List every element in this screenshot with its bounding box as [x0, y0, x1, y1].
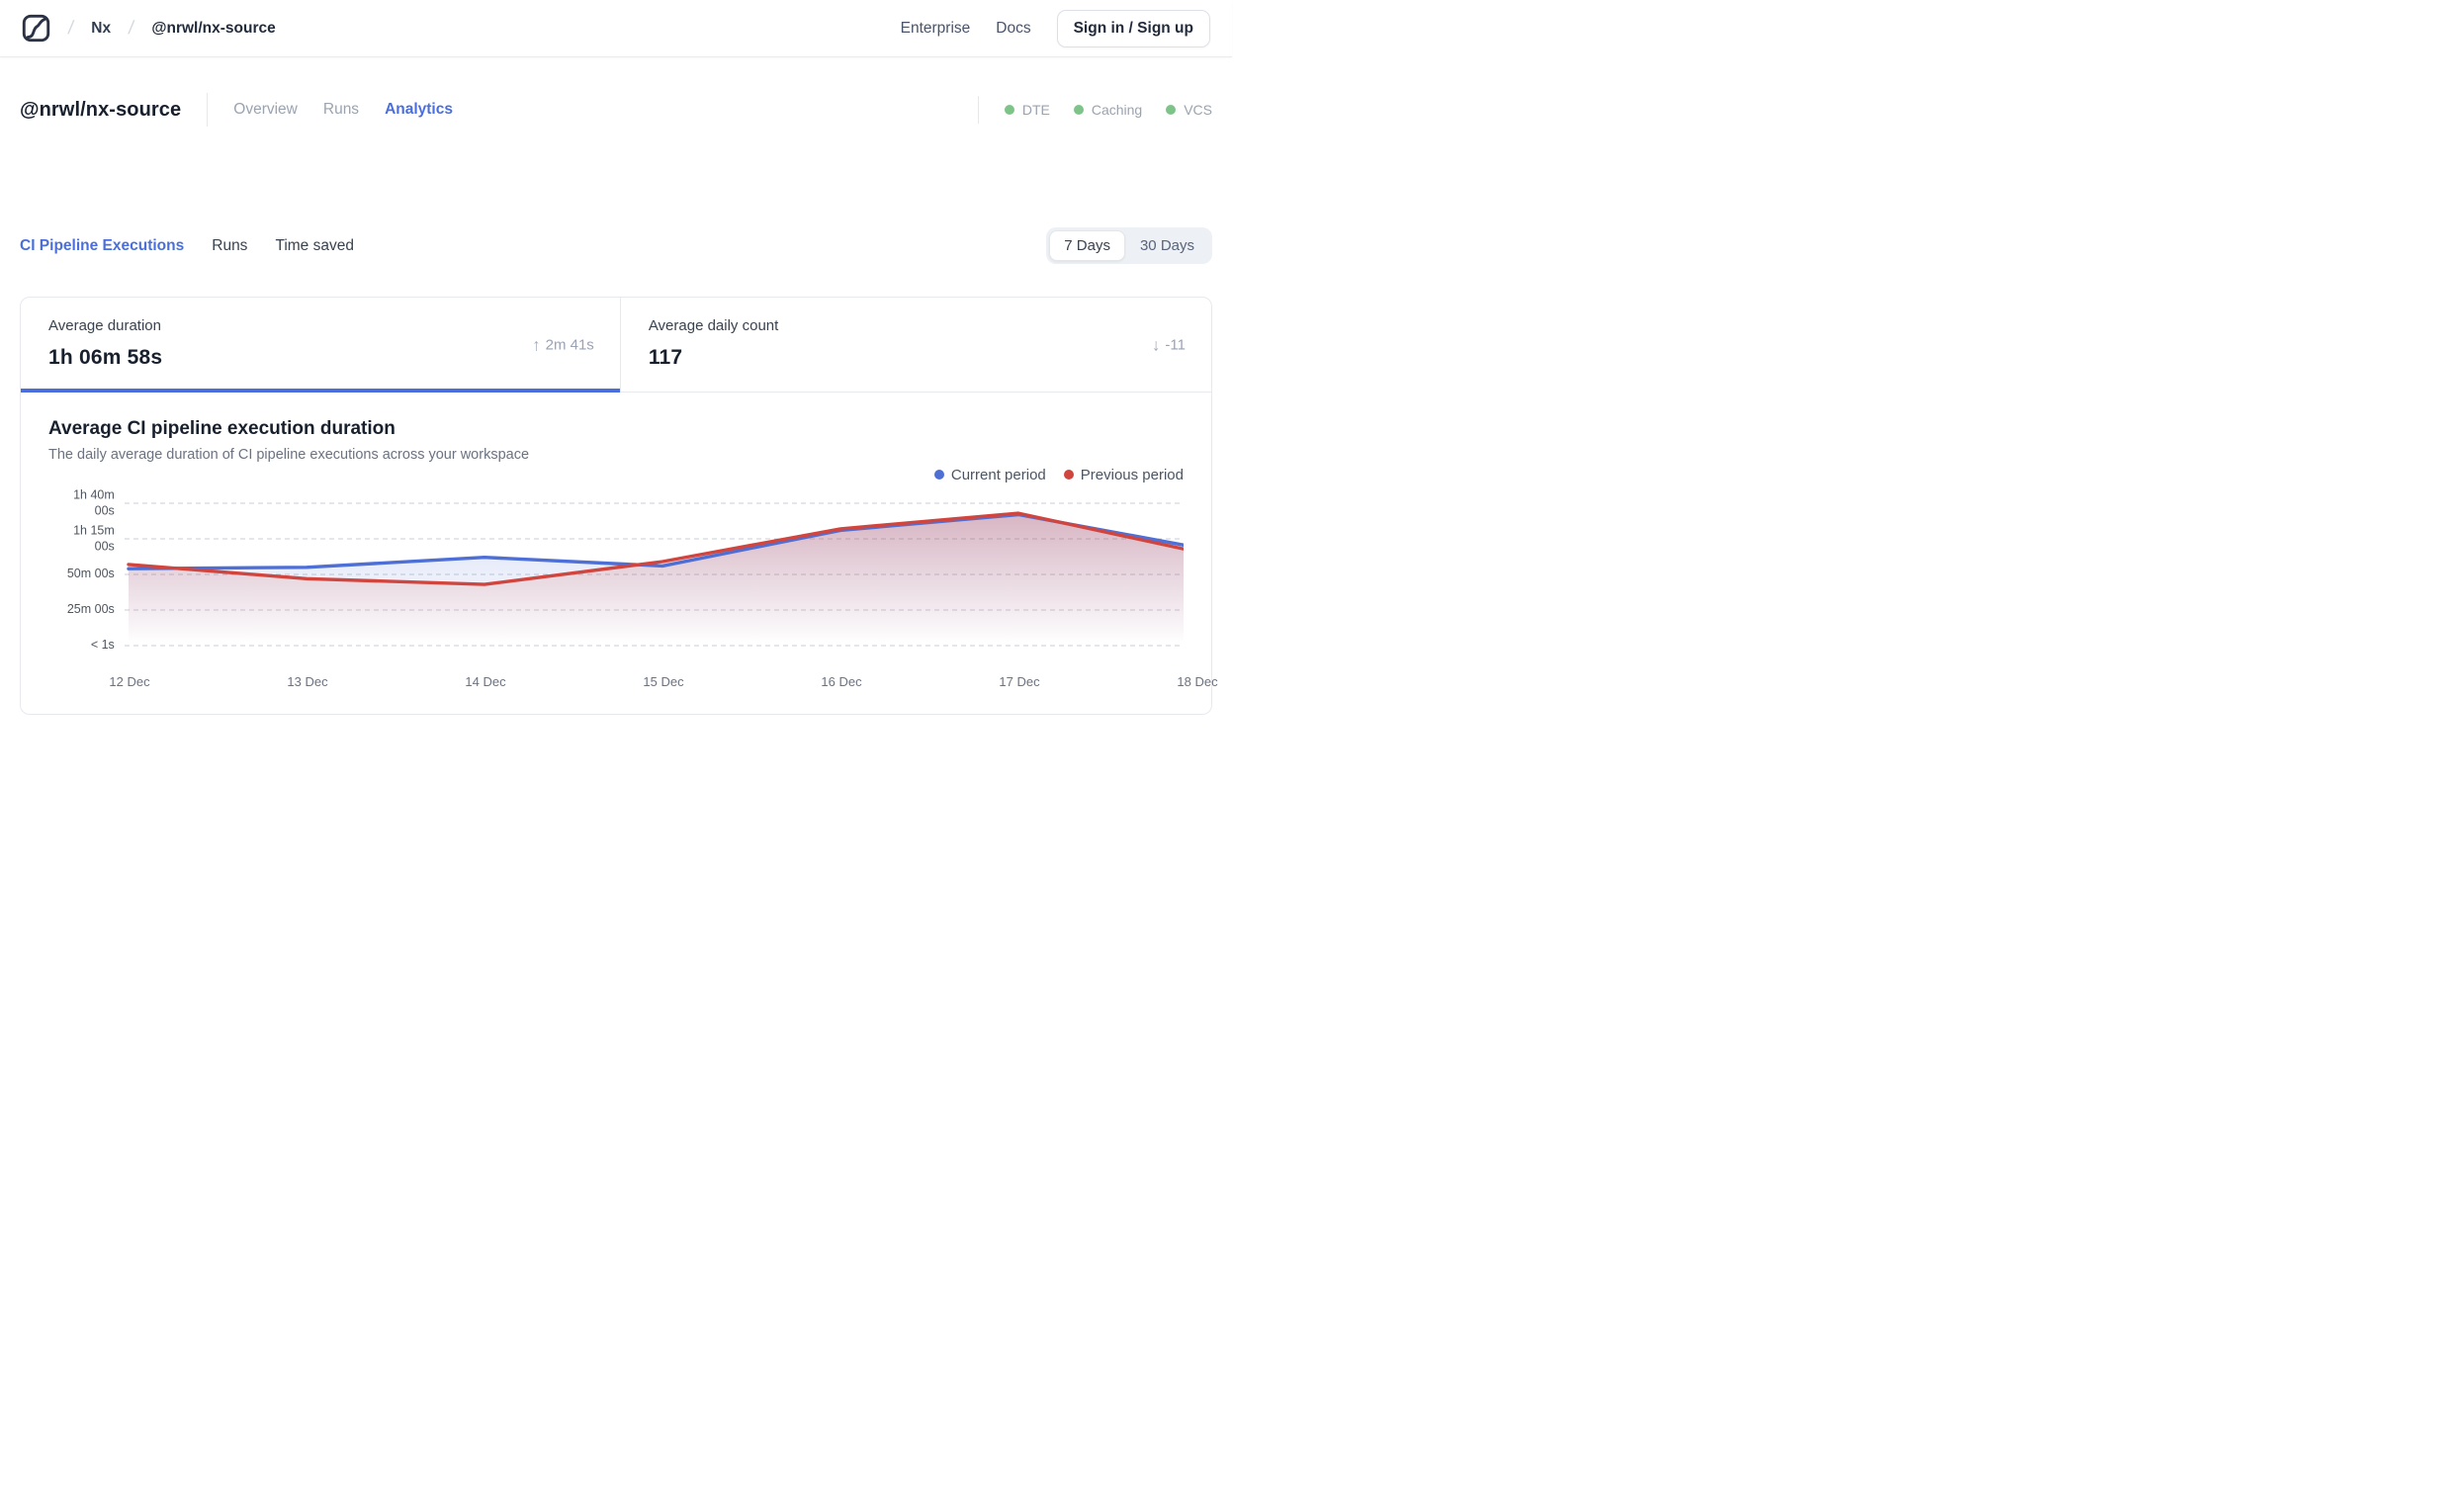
breadcrumb-separator: / — [66, 17, 75, 39]
arrow-down-icon: ↓ — [1151, 335, 1161, 354]
stat-label: Average daily count — [648, 317, 779, 334]
sign-in-button[interactable]: Sign in / Sign up — [1056, 9, 1210, 47]
plot-area: 1h 40m 00s 1h 15m 00s 50m 00s 25m 00s < 1s — [48, 487, 1184, 668]
status-vcs: VCS — [1166, 102, 1212, 118]
status-dte: DTE — [1004, 102, 1050, 118]
line-chart — [124, 502, 1184, 647]
x-axis-label: 15 Dec — [643, 674, 684, 689]
legend-previous-period[interactable]: Previous period — [1063, 467, 1184, 483]
breadcrumb-workspace[interactable]: @nrwl/nx-source — [151, 20, 275, 38]
nav-link-enterprise[interactable]: Enterprise — [901, 20, 971, 38]
stat-card-average-duration[interactable]: Average duration 1h 06m 58s ↑ 2m 41s — [21, 298, 621, 393]
x-axis-label: 13 Dec — [287, 674, 328, 689]
chart-section: Average CI pipeline execution duration T… — [21, 393, 1218, 714]
stat-card-row: Average duration 1h 06m 58s ↑ 2m 41s Ave… — [21, 298, 1211, 393]
green-dot-icon — [1166, 105, 1177, 115]
y-axis-label: < 1s — [90, 638, 115, 653]
metric-row: CI Pipeline Executions Runs Time saved 7… — [20, 227, 1212, 264]
stat-delta: ↑ 2m 41s — [532, 336, 594, 353]
range-option-30-days[interactable]: 30 Days — [1125, 230, 1209, 261]
tab-analytics[interactable]: Analytics — [385, 101, 453, 119]
chart-subtitle: The daily average duration of CI pipelin… — [48, 447, 530, 463]
page-title: @nrwl/nx-source — [20, 98, 182, 121]
top-nav: / Nx / @nrwl/nx-source Enterprise Docs S… — [0, 0, 1232, 57]
x-axis-label: 16 Dec — [821, 674, 862, 689]
x-axis-label: 14 Dec — [465, 674, 506, 689]
status-caching: Caching — [1073, 102, 1142, 118]
breadcrumb-separator: / — [127, 17, 135, 39]
stat-value: 117 — [648, 346, 683, 369]
legend-dot-icon — [933, 470, 944, 480]
chart-title: Average CI pipeline execution duration — [48, 418, 396, 439]
active-indicator-bar — [21, 389, 620, 393]
range-option-7-days[interactable]: 7 Days — [1049, 230, 1125, 261]
y-axis-label: 25m 00s — [66, 602, 115, 617]
x-axis-label: 18 Dec — [1177, 674, 1218, 689]
y-axis-label: 1h 40m 00s — [73, 487, 115, 517]
tab-runs[interactable]: Runs — [323, 101, 359, 119]
green-dot-icon — [1004, 105, 1014, 115]
green-dot-icon — [1073, 105, 1084, 115]
date-range-toggle: 7 Days 30 Days — [1046, 227, 1212, 264]
nav-link-docs[interactable]: Docs — [996, 20, 1030, 38]
divider — [977, 96, 979, 124]
x-axis-label: 12 Dec — [109, 674, 150, 689]
legend-dot-icon — [1063, 470, 1074, 480]
stat-value: 1h 06m 58s — [48, 346, 163, 369]
divider — [207, 93, 209, 127]
x-axis: 12 Dec 13 Dec 14 Dec 15 Dec 16 Dec 17 Dec 18 D… — [109, 674, 1217, 694]
stat-delta: ↓ -11 — [1152, 336, 1186, 353]
legend-current-period[interactable]: Current period — [933, 467, 1046, 483]
y-axis: 1h 40m 00s 1h 15m 00s 50m 00s 25m 00s < 1s — [48, 487, 125, 668]
nx-cloud-logo-icon[interactable] — [22, 14, 50, 43]
tab-metric-runs[interactable]: Runs — [212, 237, 247, 255]
tab-overview[interactable]: Overview — [233, 101, 298, 119]
area-fill-1 — [128, 513, 1184, 646]
stat-label: Average duration — [48, 317, 161, 334]
delta-text: 2m 41s — [545, 336, 594, 353]
delta-text: -11 — [1165, 336, 1186, 353]
y-axis-label: 50m 00s — [66, 567, 115, 581]
arrow-up-icon: ↑ — [532, 335, 541, 354]
chart-legend: Current period Previous period — [48, 465, 1184, 484]
breadcrumb-org[interactable]: Nx — [91, 20, 111, 38]
tab-time-saved[interactable]: Time saved — [275, 237, 354, 255]
tab-ci-pipeline-executions[interactable]: CI Pipeline Executions — [20, 237, 184, 255]
analytics-card: Average duration 1h 06m 58s ↑ 2m 41s Ave… — [20, 297, 1218, 715]
workspace-header: @nrwl/nx-source Overview Runs Analytics … — [20, 93, 1212, 127]
x-axis-label: 17 Dec — [999, 674, 1040, 689]
stat-card-average-daily-count[interactable]: Average daily count 117 ↓ -11 — [621, 298, 1211, 392]
y-axis-label: 1h 15m 00s — [73, 523, 115, 553]
